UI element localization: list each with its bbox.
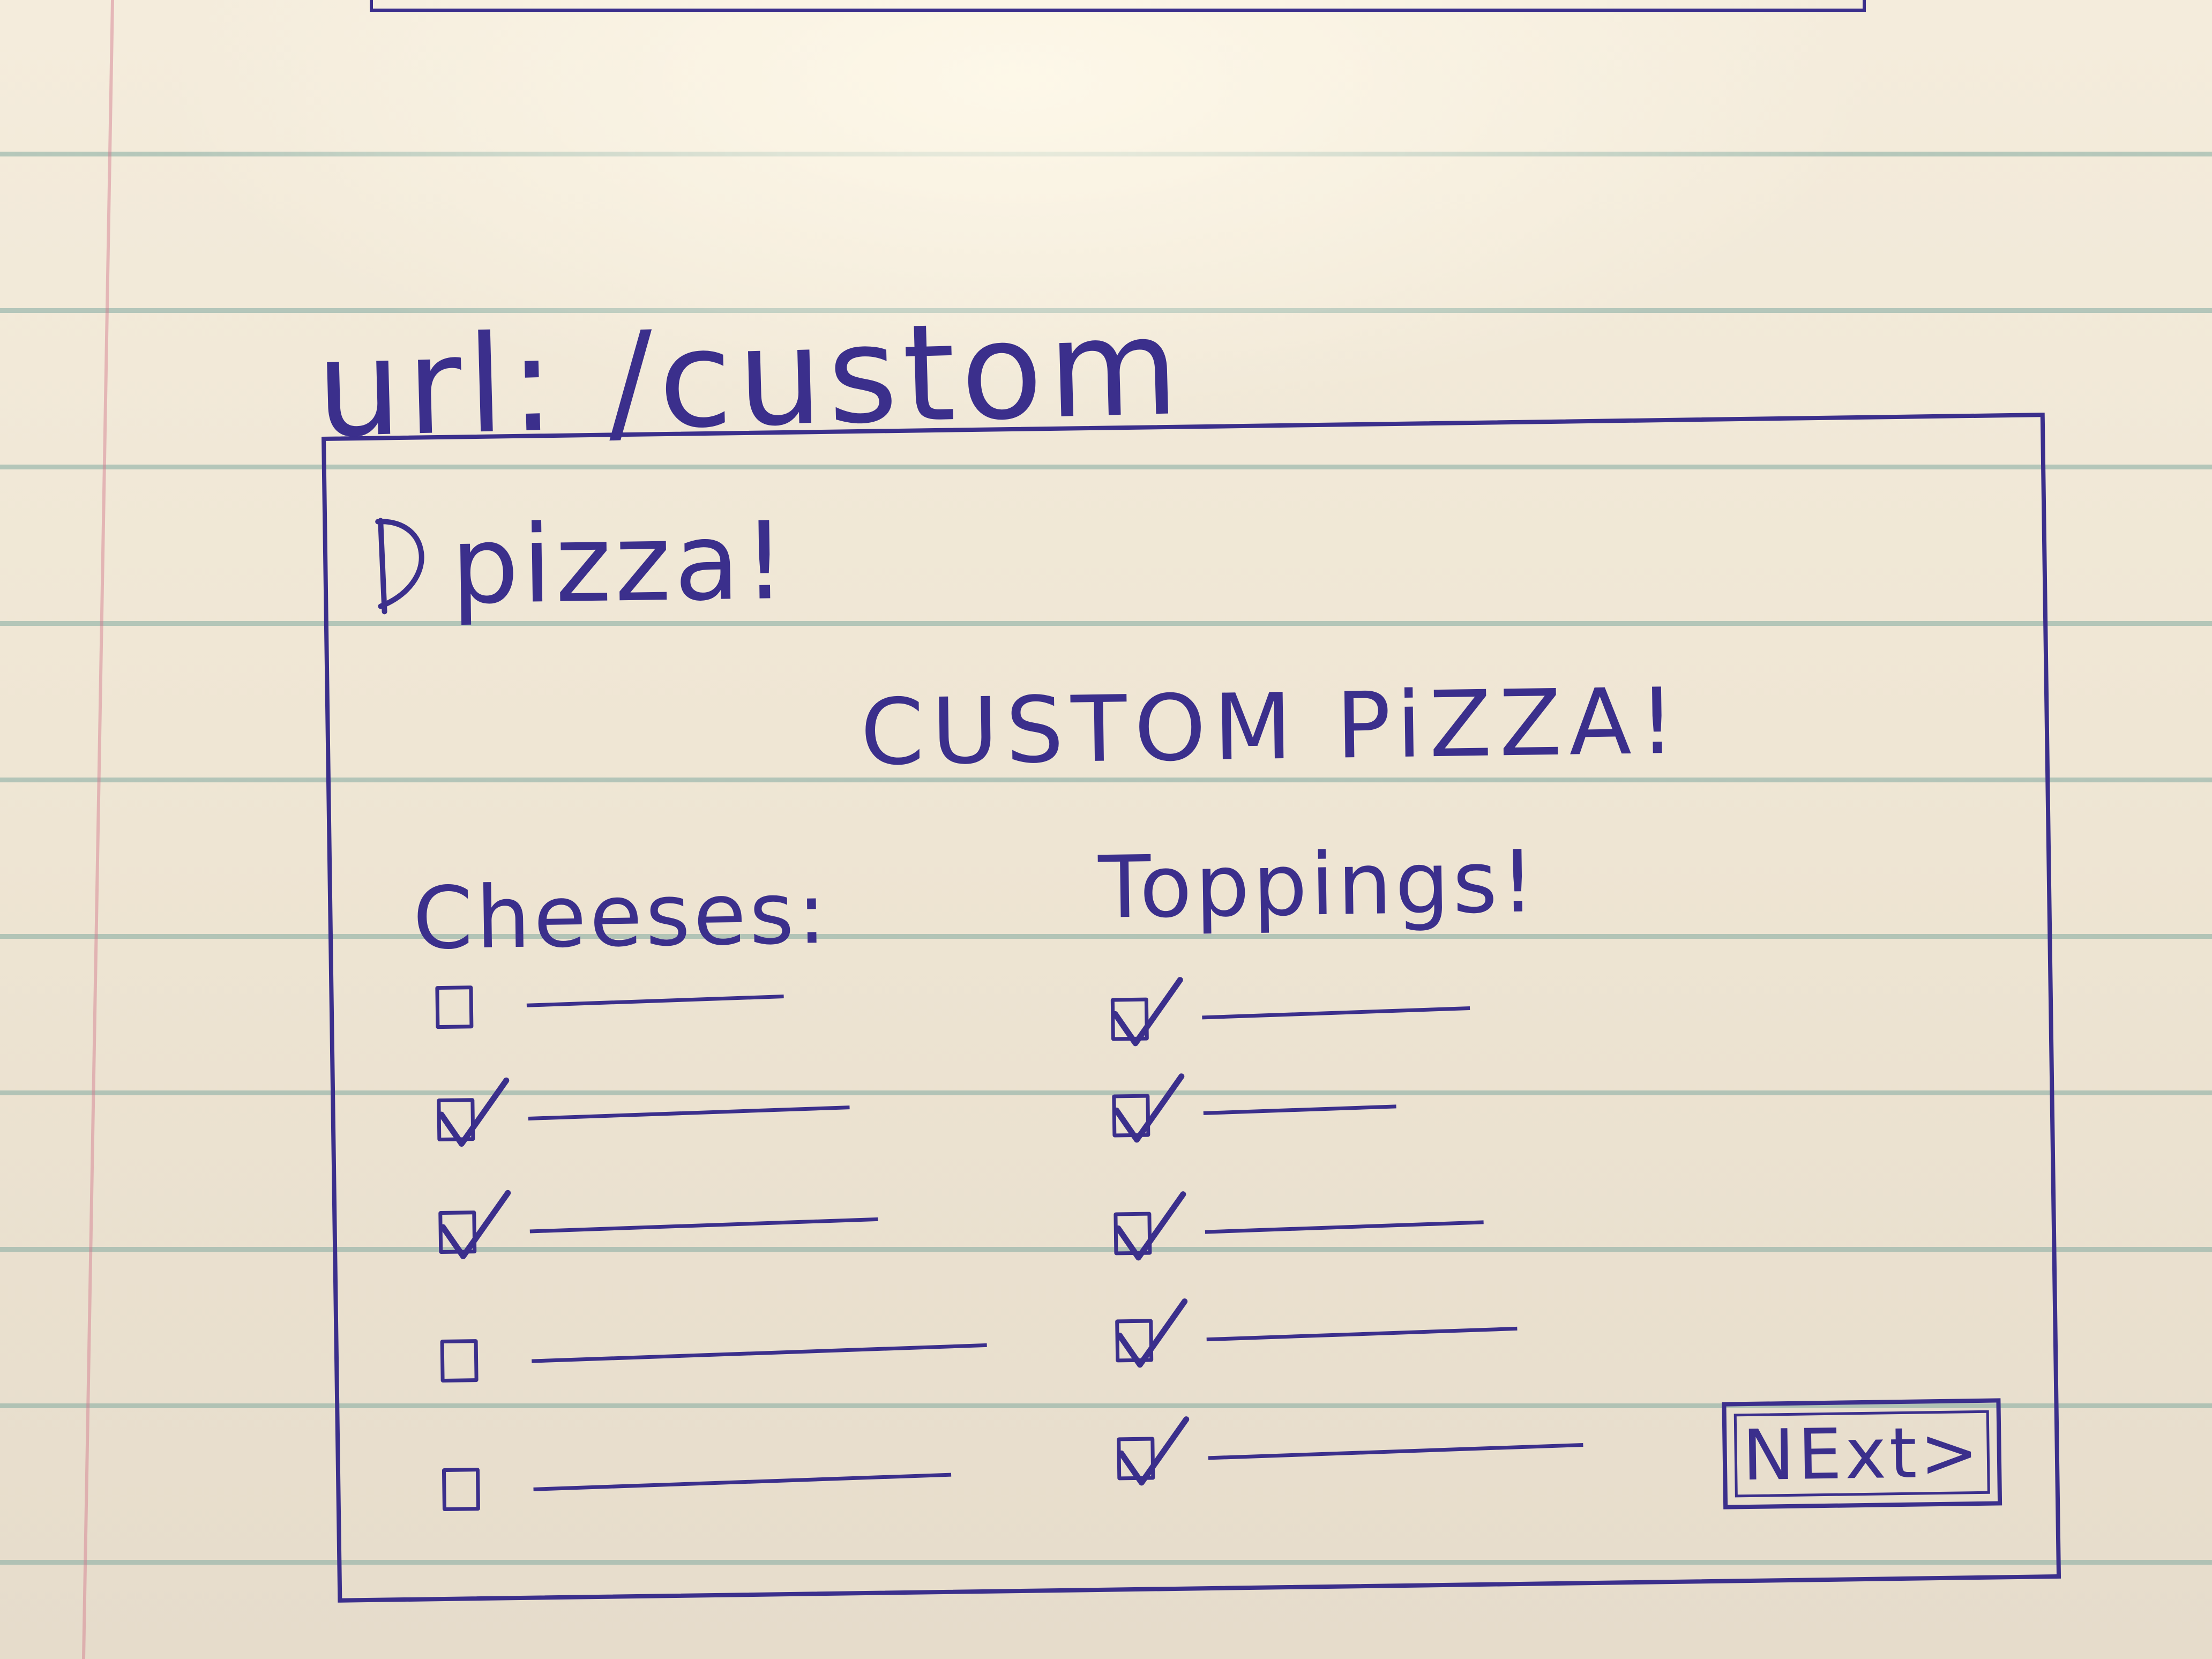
- cheeses-label: Cheeses:: [412, 862, 830, 969]
- cheese-label-placeholder-3: [529, 1217, 878, 1234]
- check-mark-icon: [440, 1190, 511, 1259]
- previous-sketch-edge: [370, 0, 1866, 12]
- cheese-label-placeholder-5: [533, 1473, 952, 1491]
- cheese-checkbox-4[interactable]: [440, 1339, 479, 1383]
- topping-option-1[interactable]: [1110, 977, 1486, 1057]
- topping-option-2[interactable]: [1112, 1073, 1413, 1154]
- cheese-checkbox-5[interactable]: [442, 1468, 481, 1512]
- topping-label-placeholder-3: [1205, 1220, 1484, 1234]
- cheese-option-2[interactable]: [437, 1077, 866, 1157]
- next-button[interactable]: NExt>: [1722, 1398, 2002, 1509]
- topping-option-3[interactable]: [1114, 1191, 1500, 1271]
- toppings-label: Toppings!: [1097, 831, 1539, 938]
- logo-icon: [375, 518, 424, 615]
- check-mark-icon: [1115, 1191, 1186, 1261]
- next-button-border: [1733, 1410, 1990, 1498]
- cheese-label-placeholder-1: [526, 995, 784, 1007]
- topping-label-placeholder-1: [1202, 1006, 1470, 1020]
- topping-option-4[interactable]: [1115, 1298, 1534, 1379]
- page-title: CUSTOM PiZZA!: [860, 668, 1684, 787]
- cheese-label-placeholder-2: [528, 1105, 850, 1121]
- topping-option-5[interactable]: [1117, 1416, 1600, 1497]
- check-mark-icon: [1112, 977, 1183, 1047]
- custom-pizza-wireframe: pizza! CUSTOM PiZZA! Cheeses: Toppings! …: [322, 413, 2061, 1603]
- brand-name: pizza!: [450, 498, 790, 629]
- check-mark-icon: [1114, 1073, 1185, 1143]
- cheese-label-placeholder-4: [532, 1343, 987, 1363]
- cheese-option-4[interactable]: [440, 1332, 1004, 1399]
- cheese-option-5[interactable]: [442, 1461, 968, 1527]
- check-mark-icon: [438, 1077, 510, 1147]
- check-mark-icon: [1118, 1416, 1190, 1486]
- cheese-option-3[interactable]: [438, 1190, 894, 1270]
- topping-label-placeholder-5: [1208, 1443, 1583, 1460]
- topping-label-placeholder-4: [1206, 1326, 1518, 1342]
- cheese-option-1[interactable]: [435, 981, 800, 1045]
- topping-label-placeholder-2: [1203, 1104, 1396, 1115]
- cheese-checkbox-1[interactable]: [435, 985, 474, 1029]
- check-mark-icon: [1117, 1298, 1188, 1368]
